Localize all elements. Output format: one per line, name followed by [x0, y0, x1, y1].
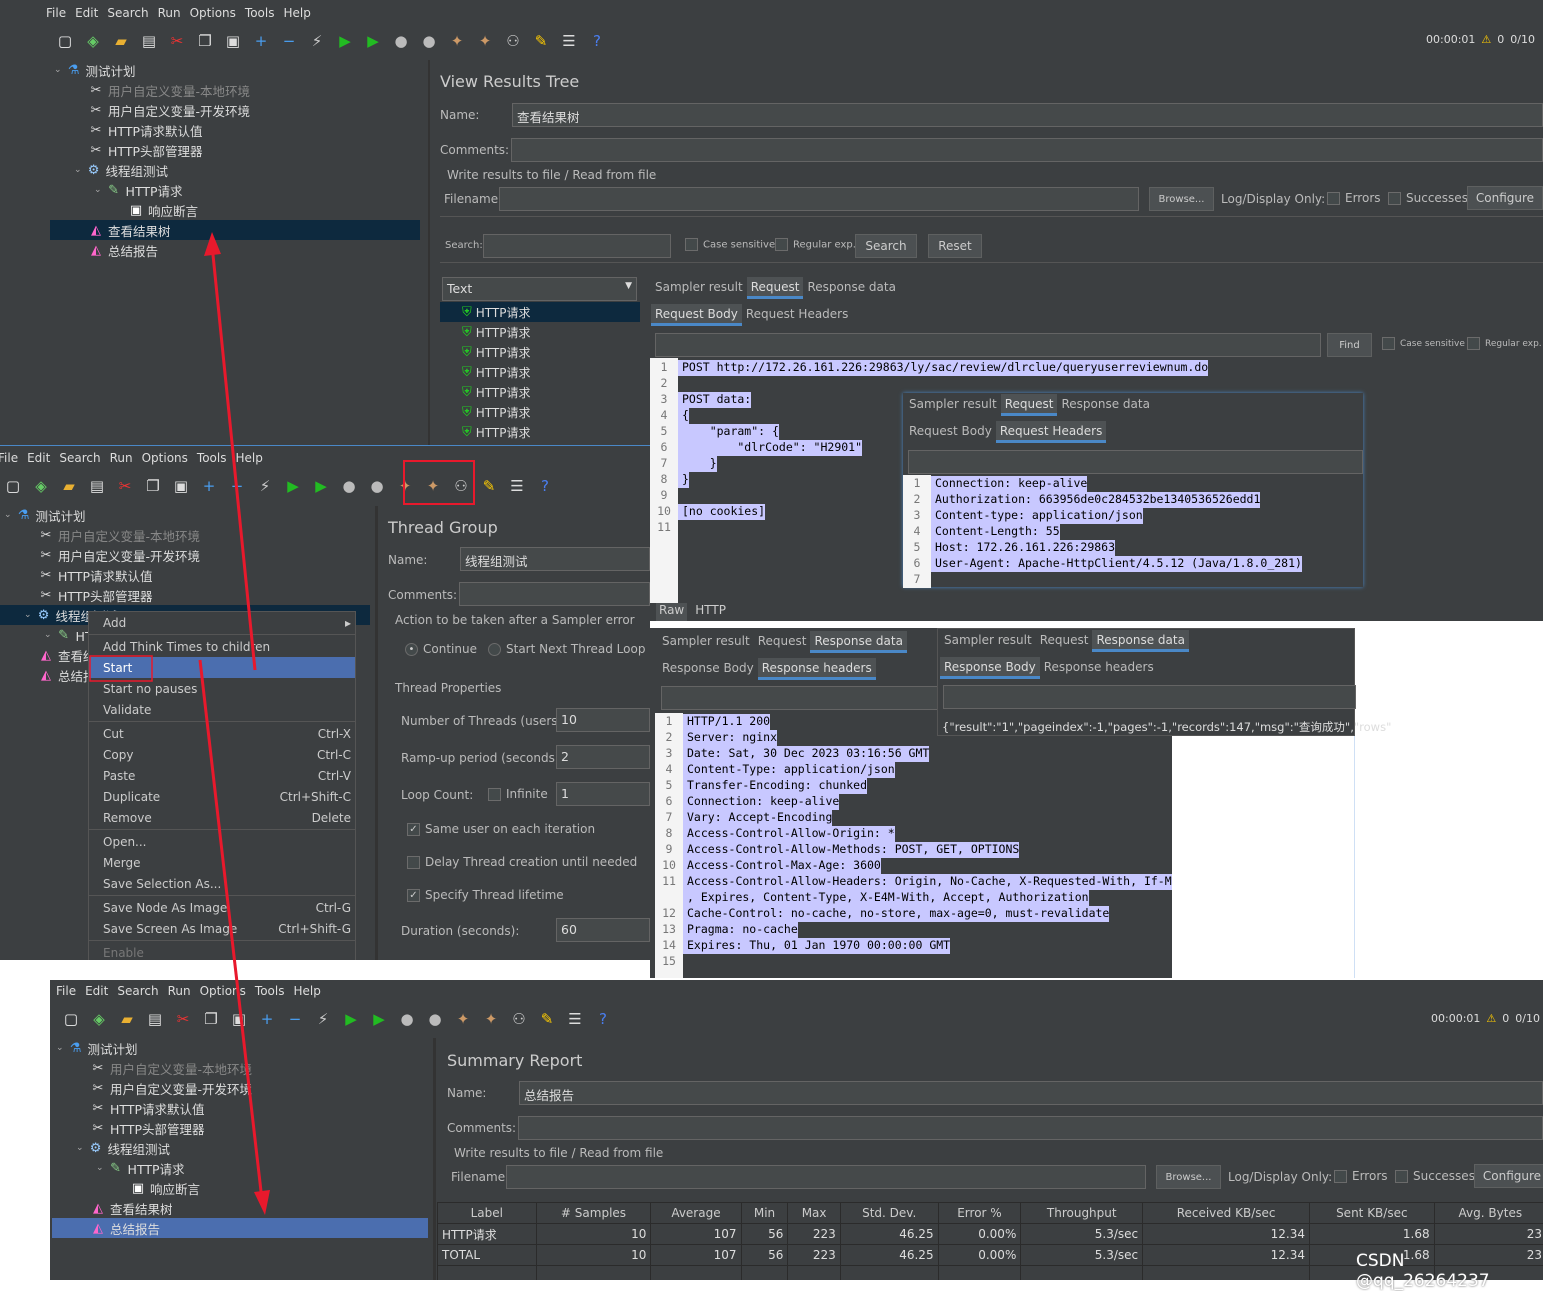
arrow-up [212, 245, 255, 670]
start-highlight-box [90, 656, 152, 681]
annotation-arrows [0, 0, 1543, 1280]
arrow-down-head [254, 1190, 270, 1215]
arrow-up-head [204, 232, 221, 256]
watermark: CSDN @qq_26264237 [1356, 1251, 1543, 1291]
arrow-down [200, 660, 262, 1200]
